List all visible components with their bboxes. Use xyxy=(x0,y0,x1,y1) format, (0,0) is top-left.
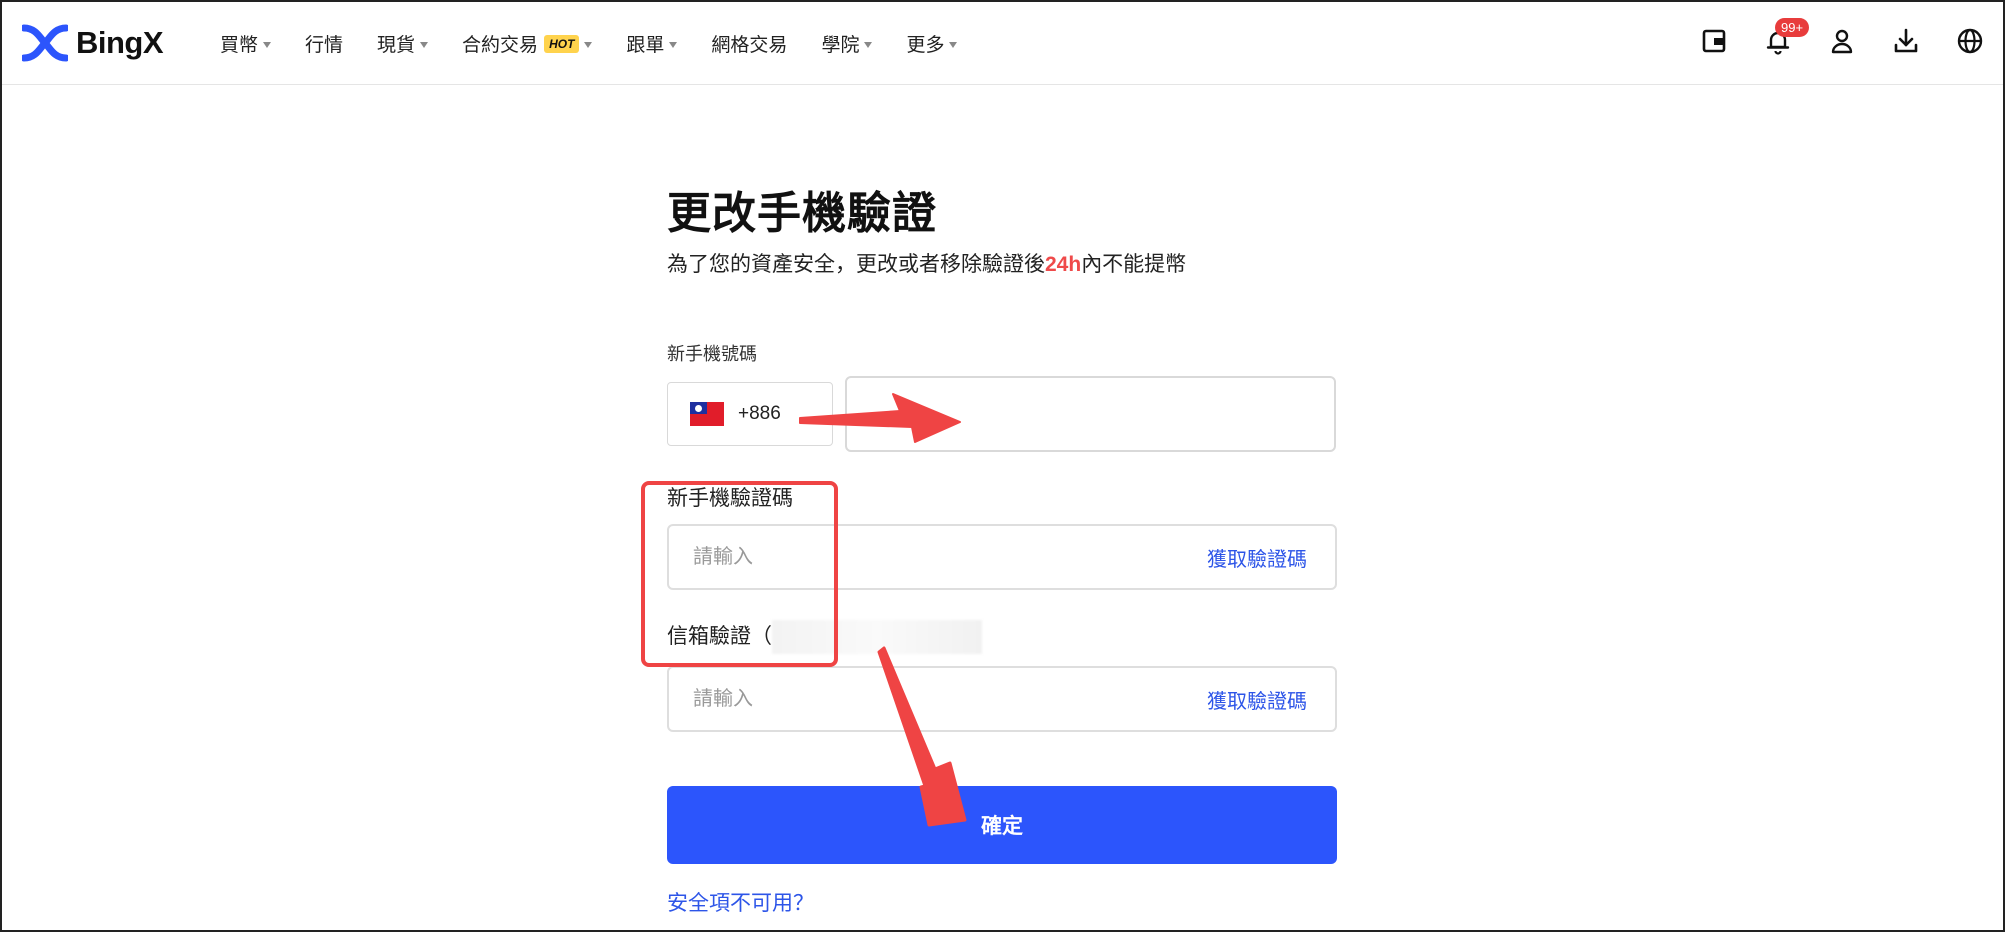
nav-copy-trading[interactable]: 跟單 xyxy=(626,30,678,57)
nav-label: 合約交易 xyxy=(462,35,539,56)
confirm-button[interactable]: 確定 xyxy=(667,786,1337,864)
redacted-email xyxy=(772,620,982,655)
hot-badge: HOT xyxy=(544,34,580,53)
wallet-button[interactable] xyxy=(1697,24,1731,58)
language-button[interactable] xyxy=(1953,24,1987,58)
nav-label: 網格交易 xyxy=(711,35,788,56)
security-unavailable-link[interactable]: 安全項不可用？ xyxy=(667,887,814,917)
subtitle-highlight: 24h xyxy=(1045,253,1082,276)
account-button[interactable] xyxy=(1825,24,1859,58)
nav-spot[interactable]: 現貨 xyxy=(377,30,429,57)
sms-code-box: 獲取驗證碼 xyxy=(667,524,1337,590)
subtitle-text-end: 內不能提幣 xyxy=(1081,253,1187,276)
nav-label: 買幣 xyxy=(220,35,259,56)
page-subtitle: 為了您的資產安全，更改或者移除驗證後24h內不能提幣 xyxy=(667,248,1337,278)
notification-count-badge: 99+ xyxy=(1775,18,1810,37)
country-code-selector[interactable]: +886 xyxy=(667,382,833,446)
chevron-down-icon xyxy=(864,42,873,48)
nav-markets[interactable]: 行情 xyxy=(305,30,343,57)
header-actions: 99+ xyxy=(1667,18,1987,58)
nav-grid-trading[interactable]: 網格交易 xyxy=(711,30,787,57)
subtitle-text: 為了您的資產安全，更改或者移除驗證後 xyxy=(667,253,1045,276)
user-icon xyxy=(1831,29,1853,54)
email-code-input[interactable] xyxy=(691,686,1115,712)
sms-code-label: 新手機驗證碼 xyxy=(667,487,793,510)
main-nav: 買幣 行情 現貨 合約交易 HOT 跟單 網格交易 學院 更多 xyxy=(220,30,991,57)
email-code-box: 獲取驗證碼 xyxy=(667,666,1337,733)
email-code-label-row: 信箱驗證（ xyxy=(667,620,1337,655)
taiwan-flag-icon xyxy=(690,402,724,426)
sms-code-input[interactable] xyxy=(691,544,1115,570)
chevron-down-icon xyxy=(584,42,593,48)
bingx-logo[interactable]: BingX xyxy=(22,24,164,62)
bingx-logo-icon xyxy=(22,24,68,62)
get-sms-code-button[interactable]: 獲取驗證碼 xyxy=(1207,543,1307,572)
nav-label: 現貨 xyxy=(377,35,416,56)
nav-academy[interactable]: 學院 xyxy=(821,30,873,57)
globe-icon xyxy=(1957,28,1983,54)
nav-label: 更多 xyxy=(906,35,945,56)
chevron-down-icon xyxy=(263,42,272,48)
phone-row: +886 xyxy=(667,376,1337,452)
top-navigation-bar: BingX 買幣 行情 現貨 合約交易 HOT 跟單 網格交易 學院 更多 99… xyxy=(2,2,2003,85)
page-title: 更改手機驗證 xyxy=(667,189,937,238)
chevron-down-icon xyxy=(949,42,958,48)
notifications-button[interactable]: 99+ xyxy=(1761,18,1810,58)
nav-label: 學院 xyxy=(821,35,860,56)
nav-more[interactable]: 更多 xyxy=(906,30,958,57)
wallet-icon xyxy=(1702,29,1726,53)
get-email-code-button[interactable]: 獲取驗證碼 xyxy=(1207,685,1307,714)
download-icon xyxy=(1894,28,1918,53)
email-code-field: 信箱驗證（ 獲取驗證碼 xyxy=(667,620,1337,733)
country-code: +886 xyxy=(738,403,781,424)
sms-code-field: 新手機驗證碼 獲取驗證碼 xyxy=(667,482,1337,590)
brand-name: BingX xyxy=(76,25,164,60)
download-button[interactable] xyxy=(1889,24,1923,58)
email-code-label: 信箱驗證（ xyxy=(667,625,772,648)
nav-buy-crypto[interactable]: 買幣 xyxy=(220,30,272,57)
phone-field: 新手機號碼 +886 xyxy=(667,340,1337,452)
change-phone-verification-form: 更改手機驗證 為了您的資產安全，更改或者移除驗證後24h內不能提幣 新手機號碼 … xyxy=(667,186,1337,733)
nav-label: 跟單 xyxy=(626,35,665,56)
chevron-down-icon xyxy=(420,42,429,48)
phone-label: 新手機號碼 xyxy=(667,344,757,364)
nav-label: 行情 xyxy=(305,35,344,56)
nav-futures[interactable]: 合約交易 HOT xyxy=(462,30,593,57)
phone-number-input[interactable] xyxy=(845,376,1336,452)
chevron-down-icon xyxy=(669,42,678,48)
